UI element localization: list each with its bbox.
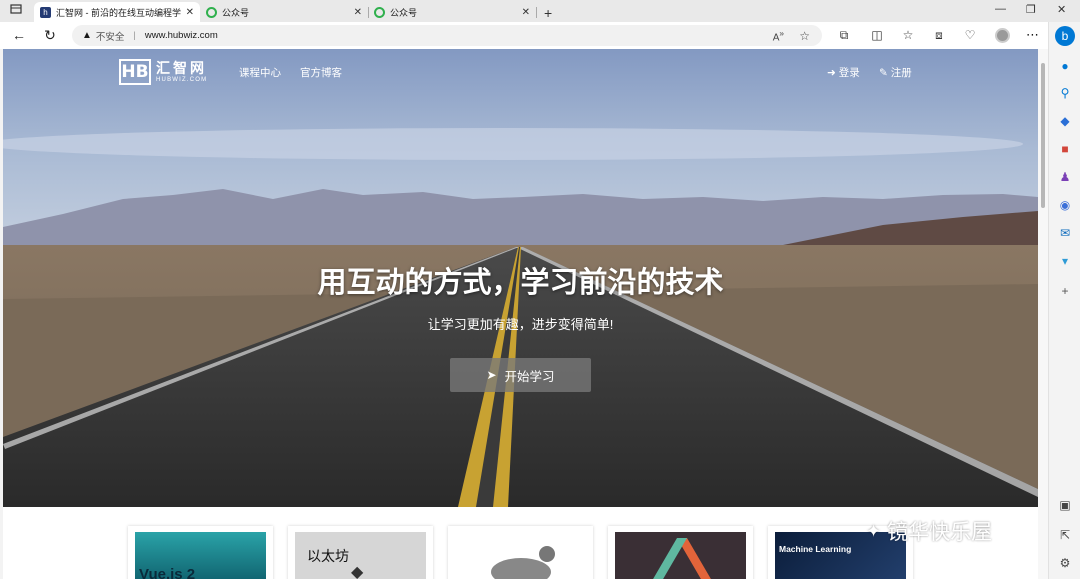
tab-actions-icon[interactable] — [9, 2, 23, 16]
nav-course-center[interactable]: 课程中心 — [239, 65, 281, 80]
url-divider: | — [133, 30, 136, 41]
page-viewport: HB 汇智网 HUBWIZ.COM 课程中心 官方博客 ➜ 登录 ✎ 注册 用互… — [3, 49, 1038, 579]
sidebar-layout-icon[interactable]: ▣ — [1057, 497, 1073, 513]
drop-icon[interactable]: ▾ — [1057, 253, 1073, 269]
logo-chinese-name: 汇智网 — [156, 60, 207, 76]
pencil-icon: ✎ — [879, 67, 888, 79]
course-thumbnail — [615, 532, 746, 579]
course-thumbnail: 以太坊 ◆ — [295, 532, 426, 579]
course-caption: Vue.js 2 — [139, 566, 196, 579]
shopping-tag-icon[interactable]: ◆ — [1057, 113, 1073, 129]
tab-wechat-1[interactable]: 公众号 ✕ — [200, 2, 369, 22]
wechat-icon: ✦ — [866, 520, 882, 541]
collections-icon[interactable]: ⧈ — [931, 28, 947, 43]
hero-banner: HB 汇智网 HUBWIZ.COM 课程中心 官方博客 ➜ 登录 ✎ 注册 用互… — [3, 49, 1038, 507]
tab-close-icon[interactable]: ✕ — [186, 7, 194, 18]
logo-mark: HB — [119, 59, 151, 85]
url-text[interactable]: www.hubwiz.com — [145, 30, 218, 41]
logo-english-name: HUBWIZ.COM — [156, 77, 208, 83]
minimize-button[interactable]: — — [995, 3, 1006, 15]
watermark-text: 镜华快乐屋 — [887, 521, 993, 544]
page-scrollbar[interactable] — [1038, 49, 1048, 579]
tab-hubwiz[interactable]: h 汇智网 - 前沿的在线互动编程学 ✕ — [34, 2, 200, 22]
course-card-dog[interactable] — [448, 526, 593, 579]
wechat-favicon-icon — [374, 6, 385, 18]
search-icon[interactable]: ⚲ — [1057, 85, 1073, 101]
site-logo[interactable]: HB 汇智网 HUBWIZ.COM — [119, 59, 207, 85]
bing-copilot-icon[interactable]: b — [1055, 26, 1075, 46]
extensions-icon[interactable]: ⧉ — [836, 28, 852, 43]
new-tab-button[interactable]: + — [544, 4, 552, 22]
read-aloud-icon[interactable]: A» — [773, 28, 784, 43]
close-window-button[interactable]: ✕ — [1057, 3, 1066, 16]
edge-sidebar: b ● ⚲ ◆ ■ ♟ ◉ ✉ ▾ + ▣ ⇱ ⚙ — [1048, 22, 1080, 579]
tab-title: 公众号 — [390, 7, 418, 18]
warning-icon: ▲ — [82, 30, 92, 41]
start-learning-button[interactable]: ➤ 开始学习 — [450, 358, 591, 392]
notification-bell-icon[interactable]: ● — [1057, 58, 1073, 74]
course-card-vue[interactable]: Vue.js 2 — [128, 526, 273, 579]
open-external-icon[interactable]: ⇱ — [1057, 527, 1073, 543]
games-icon[interactable]: ♟ — [1057, 169, 1073, 185]
wechat-favicon-icon — [206, 6, 217, 18]
tab-separator — [536, 7, 537, 18]
paper-plane-icon: ➤ — [486, 368, 497, 382]
course-card-ethereum[interactable]: 以太坊 ◆ — [288, 526, 433, 579]
back-arrow-icon[interactable]: ← — [10, 27, 28, 43]
tab-title: 公众号 — [222, 7, 250, 18]
ethereum-icon: ◆ — [351, 564, 364, 579]
course-card-shapes[interactable] — [608, 526, 753, 579]
course-thumbnail: Vue.js 2 — [135, 532, 266, 579]
add-sidebar-app-icon[interactable]: + — [1057, 283, 1073, 299]
wechat-watermark: ✦ 镜华快乐屋 — [866, 516, 992, 546]
tab-wechat-2[interactable]: 公众号 ✕ — [368, 2, 537, 22]
tab-strip: h 汇智网 - 前沿的在线互动编程学 ✕ 公众号 ✕ 公众号 ✕ + — ❐ ✕ — [0, 0, 1080, 22]
start-learning-label: 开始学习 — [504, 369, 555, 384]
more-menu-icon[interactable]: ⋯ — [1026, 27, 1039, 43]
refresh-icon[interactable]: ↻ — [41, 27, 59, 44]
scrollbar-thumb[interactable] — [1041, 63, 1045, 208]
address-bar[interactable]: ▲ 不安全 | www.hubwiz.com A» ☆ — [72, 25, 822, 46]
tools-briefcase-icon[interactable]: ■ — [1057, 141, 1073, 157]
browser-essentials-icon[interactable]: ♡ — [962, 28, 978, 42]
outlook-icon[interactable]: ✉ — [1057, 225, 1073, 241]
favorites-icon[interactable]: ☆ — [900, 28, 916, 42]
hubwiz-favicon-icon: h — [40, 6, 51, 18]
dog-illustration — [491, 546, 555, 579]
settings-gear-icon[interactable]: ⚙ — [1057, 555, 1073, 571]
course-caption: Machine Learning — [779, 544, 852, 554]
tab-title: 汇智网 - 前沿的在线互动编程学 — [56, 7, 181, 18]
microsoft-365-icon[interactable]: ◉ — [1057, 197, 1073, 213]
favorite-star-icon[interactable]: ☆ — [799, 29, 810, 43]
split-screen-icon[interactable]: ◫ — [869, 28, 885, 42]
register-link[interactable]: ✎ 注册 — [879, 65, 912, 80]
tab-close-icon[interactable]: ✕ — [522, 7, 530, 18]
login-link[interactable]: ➜ 登录 — [827, 65, 860, 80]
sign-in-icon: ➜ — [827, 67, 836, 79]
toolbar: ← ↻ ▲ 不安全 | www.hubwiz.com A» ☆ ⧉ ◫ ☆ ⧈ … — [0, 22, 1080, 49]
nav-official-blog[interactable]: 官方博客 — [300, 65, 342, 80]
hero-title: 用互动的方式，学习前沿的技术 — [317, 267, 724, 299]
abstract-shapes-graphic — [653, 538, 711, 579]
maximize-button[interactable]: ❐ — [1026, 3, 1036, 16]
course-thumbnail — [455, 532, 586, 579]
tab-close-icon[interactable]: ✕ — [354, 7, 362, 18]
profile-avatar[interactable] — [995, 28, 1010, 43]
course-caption: 以太坊 — [307, 549, 349, 565]
hero-subtitle: 让学习更加有趣，进步变得简单! — [427, 317, 614, 332]
security-label[interactable]: 不安全 — [96, 29, 125, 43]
